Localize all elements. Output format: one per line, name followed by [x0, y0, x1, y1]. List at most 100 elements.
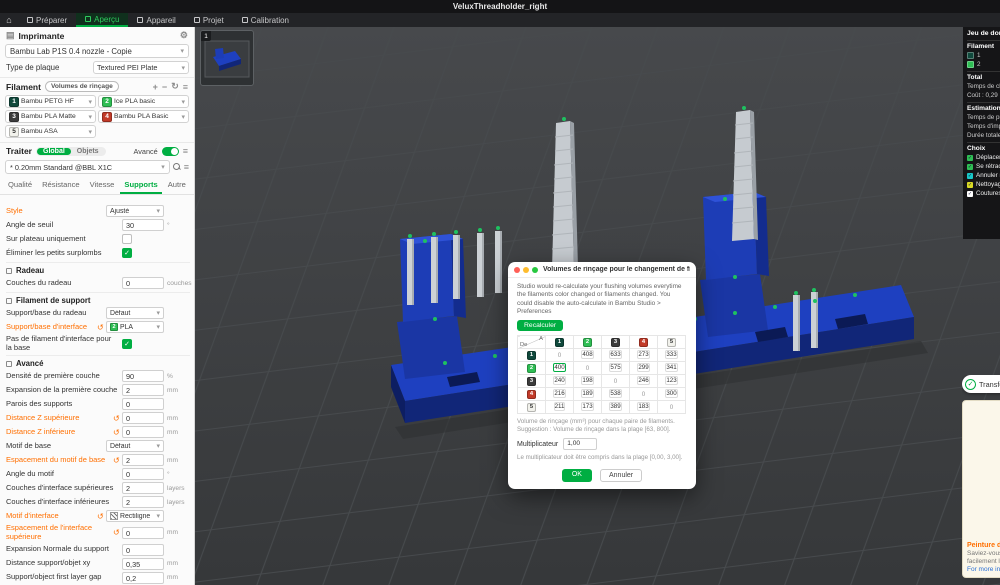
plate-thumbnail[interactable]: 1 — [200, 30, 254, 86]
support-object-xy-distance-input[interactable]: 0,35 — [122, 558, 164, 570]
flush-value-input[interactable]: 538 — [609, 389, 621, 398]
multiplier-input[interactable]: 1,00 — [563, 438, 597, 450]
legend-travel[interactable]: ✓ Déplacement — [967, 154, 1000, 161]
reset-icon[interactable]: ↺ — [113, 414, 122, 423]
flush-value-input[interactable]: 300 — [665, 389, 677, 398]
filament-color-chip — [967, 61, 974, 68]
flush-value-input[interactable]: 400 — [553, 363, 565, 372]
reset-icon[interactable]: ↺ — [113, 528, 122, 537]
filament-slot-1[interactable]: 1 Bambu PETG HF ▾ — [5, 95, 96, 108]
flush-value-input[interactable]: 246 — [637, 376, 649, 385]
flush-value-input[interactable]: 183 — [637, 402, 649, 411]
raft-layers-input[interactable]: 0 — [122, 277, 164, 289]
flush-value-input[interactable]: 341 — [665, 363, 677, 372]
bottom-interface-layers-input[interactable]: 2 — [122, 496, 164, 508]
preset-menu-icon[interactable]: ≡ — [184, 162, 189, 172]
advanced-toggle[interactable] — [162, 147, 179, 156]
search-preset-icon[interactable] — [173, 163, 181, 171]
printer-select[interactable]: Bambu Lab P1S 0.4 nozzle - Copie ▾ — [5, 44, 189, 58]
legend-seams[interactable]: ✓ Coutures — [967, 190, 1000, 197]
flush-value-input[interactable]: 408 — [581, 350, 593, 359]
flush-value-input[interactable]: 273 — [637, 350, 649, 359]
reset-icon[interactable]: ↺ — [113, 428, 122, 437]
tab-autre[interactable]: Autre — [164, 178, 190, 194]
tab-vitesse[interactable]: Vitesse — [86, 178, 119, 194]
top-interface-spacing-input[interactable]: 0 — [122, 527, 164, 539]
flush-value-input[interactable]: 299 — [637, 363, 649, 372]
plate-type-select[interactable]: Textured PEI Plate ▾ — [93, 61, 189, 74]
no-interface-filament-base-checkbox[interactable]: ✓ — [122, 339, 132, 349]
tab-apercu[interactable]: Aperçu — [76, 13, 128, 27]
setting-row: Couches du radeau 0 couches — [6, 276, 190, 290]
filament-color-chip: 4 — [527, 390, 536, 399]
tab-calibration[interactable]: Calibration — [233, 13, 298, 27]
support-walls-input[interactable]: 0 — [122, 398, 164, 410]
tab-supports[interactable]: Supports — [120, 178, 161, 194]
normal-support-expansion-input[interactable]: 0 — [122, 544, 164, 556]
scope-global[interactable]: Global — [37, 148, 71, 155]
tab-preparer[interactable]: Préparer — [18, 13, 76, 27]
plate-type-row: Type de plaque Textured PEI Plate ▾ — [0, 59, 194, 78]
flush-value-input[interactable]: 189 — [581, 389, 593, 398]
minimize-icon[interactable] — [523, 267, 529, 273]
remove-filament-icon[interactable]: − — [162, 82, 167, 92]
sync-filament-icon[interactable]: ↻ — [171, 81, 179, 92]
tab-projet[interactable]: Projet — [185, 13, 233, 27]
first-layer-density-input[interactable]: 90 — [122, 370, 164, 382]
bottom-z-distance-input[interactable]: 0 — [122, 426, 164, 438]
pattern-angle-input[interactable]: 0 — [122, 468, 164, 480]
filament-slot-5[interactable]: 5 Bambu ASA ▾ — [5, 125, 96, 138]
legend-unretract[interactable]: ✓ Annuler rétr. — [967, 172, 1000, 179]
reset-icon[interactable]: ↺ — [97, 323, 106, 332]
close-icon[interactable] — [514, 267, 520, 273]
threshold-angle-input[interactable]: 30 — [122, 219, 164, 231]
interface-pattern-select[interactable]: Rectiligne ▾ — [106, 510, 164, 522]
support-interface-filament-select[interactable]: 2 PLA ▾ — [106, 321, 164, 333]
style-select[interactable]: Ajusté ▾ — [106, 205, 164, 217]
filament-slot-2[interactable]: 2 Ice PLA basic ▾ — [98, 95, 189, 108]
filament-slot-3[interactable]: 3 Bambu PLA Matte ▾ — [5, 110, 96, 123]
legend-wipe[interactable]: ✓ Nettoyage — [967, 181, 1000, 188]
flush-value-input[interactable]: 198 — [581, 376, 593, 385]
legend-retract[interactable]: ✓ Se rétracter — [967, 163, 1000, 170]
top-interface-layers-input[interactable]: 2 — [122, 482, 164, 494]
home-icon[interactable]: ⌂ — [0, 15, 18, 25]
add-filament-icon[interactable]: + — [153, 82, 158, 92]
ok-button[interactable]: OK — [562, 469, 592, 482]
on-buildplate-only-checkbox[interactable] — [122, 234, 132, 244]
flush-value-input[interactable]: 123 — [665, 376, 677, 385]
base-pattern-spacing-input[interactable]: 2 — [122, 454, 164, 466]
remove-small-overhangs-checkbox[interactable]: ✓ — [122, 248, 132, 258]
flush-value-input[interactable]: 211 — [554, 402, 566, 411]
transfer-status-toast[interactable]: ✓ Transféré — [962, 375, 1000, 393]
top-z-distance-input[interactable]: 0 — [122, 412, 164, 424]
flush-value-input[interactable]: 240 — [553, 376, 565, 385]
base-pattern-select[interactable]: Défaut ▾ — [106, 440, 164, 452]
tab-appareil[interactable]: Appareil — [128, 13, 184, 27]
tab-resistance[interactable]: Résistance — [38, 178, 84, 194]
flush-volumes-button[interactable]: Volumes de rinçage — [45, 81, 119, 92]
printer-settings-gear-icon[interactable]: ⚙ — [180, 30, 188, 41]
reset-icon[interactable]: ↺ — [113, 456, 122, 465]
reset-icon[interactable]: ↺ — [97, 512, 106, 521]
flush-value-input[interactable]: 389 — [609, 402, 621, 411]
flush-value-input[interactable]: 216 — [553, 389, 565, 398]
flush-value-input[interactable]: 633 — [609, 350, 621, 359]
zoom-icon[interactable] — [532, 267, 538, 273]
support-base-filament-select[interactable]: Défaut ▾ — [106, 307, 164, 319]
process-menu-icon[interactable]: ≡ — [183, 146, 188, 156]
tip-more-info-link[interactable]: For more information — [967, 566, 1000, 573]
tab-qualite[interactable]: Qualité — [4, 178, 36, 194]
scope-objects[interactable]: Objets — [71, 148, 105, 155]
flush-value-input[interactable]: 575 — [609, 363, 621, 372]
tip-card[interactable]: Peinture de support Saviez-vous que vous… — [962, 400, 1000, 578]
filament-slot-4[interactable]: 4 Bambu PLA Basic ▾ — [98, 110, 189, 123]
flush-value-input[interactable]: 333 — [665, 350, 677, 359]
filament-list-icon[interactable]: ≡ — [183, 82, 188, 92]
first-layer-expansion-input[interactable]: 2 — [122, 384, 164, 396]
support-object-first-layer-gap-input[interactable]: 0,2 — [122, 572, 164, 584]
process-preset-select[interactable]: * 0.20mm Standard @BBL X1C ▾ — [5, 160, 170, 174]
cancel-button[interactable]: Annuler — [600, 469, 642, 482]
flush-value-input[interactable]: 173 — [581, 402, 593, 411]
recalculate-button[interactable]: Recalculer — [517, 320, 563, 331]
